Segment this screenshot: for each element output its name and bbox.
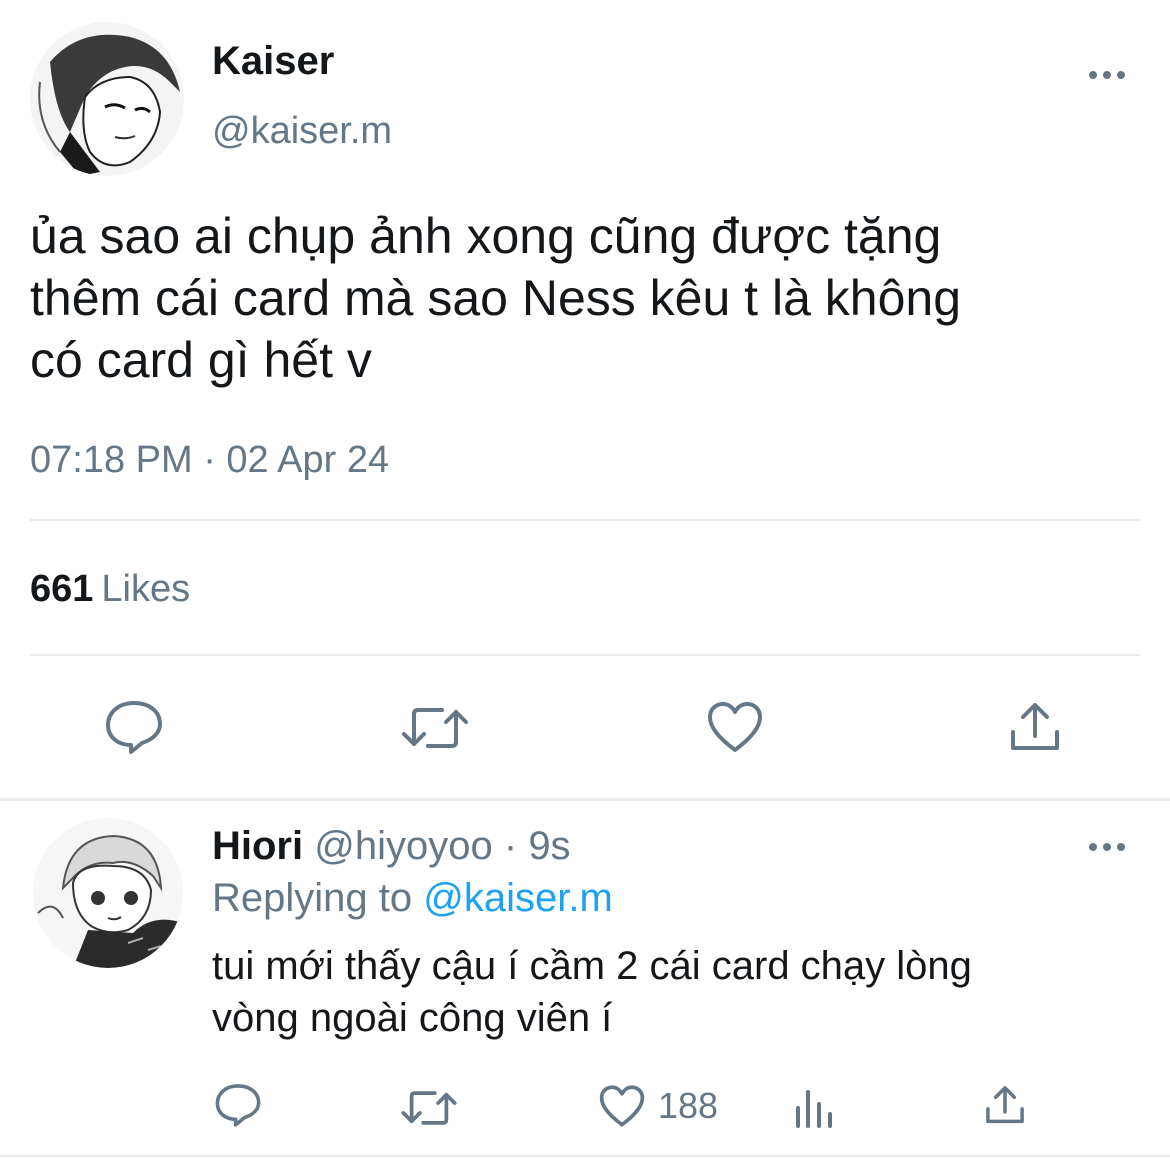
reply-author-avatar[interactable] xyxy=(33,818,183,968)
manga-avatar-illustration xyxy=(30,22,184,176)
author-avatar[interactable] xyxy=(30,22,184,176)
reply-button[interactable] xyxy=(104,698,164,756)
reply-like-count: 188 xyxy=(658,1085,719,1126)
replying-to-line: Replying to @kaiser.m xyxy=(212,874,613,922)
replying-to-handle-link[interactable]: @kaiser.m xyxy=(423,876,613,920)
reply-analytics-button[interactable] xyxy=(794,1086,834,1128)
like-button[interactable] xyxy=(706,700,764,754)
retweet-icon xyxy=(401,1091,457,1125)
share-icon xyxy=(1011,703,1059,750)
author-handle[interactable]: @kaiser.m xyxy=(212,108,392,154)
reply-icon xyxy=(106,701,162,754)
replying-to-prefix: Replying to xyxy=(212,876,413,920)
likes-summary[interactable]: 661 Likes xyxy=(30,566,190,612)
share-button[interactable] xyxy=(1008,700,1062,754)
manga-avatar-illustration xyxy=(33,818,183,968)
retweet-button[interactable] xyxy=(400,704,470,752)
reply-author-line: Hiori @hiyoyoo · 9s xyxy=(212,822,571,870)
reply-reply-button[interactable] xyxy=(214,1082,262,1128)
reply-author-name[interactable]: Hiori xyxy=(212,824,303,868)
author-name[interactable]: Kaiser xyxy=(212,38,334,84)
more-options-icon[interactable] xyxy=(1082,60,1132,90)
like-icon xyxy=(708,702,762,752)
retweet-icon xyxy=(402,708,468,748)
reply-like-button[interactable]: 188 xyxy=(598,1084,718,1128)
reply-retweet-button[interactable] xyxy=(400,1088,458,1128)
share-icon xyxy=(986,1086,1024,1124)
reply-text: tui mới thấy cậu í cầm 2 cái card chạy l… xyxy=(212,944,972,1040)
reply-share-button[interactable] xyxy=(984,1084,1026,1126)
reply-author-handle[interactable]: @hiyoyoo xyxy=(314,824,492,868)
likes-label: Likes xyxy=(101,568,191,610)
like-icon xyxy=(599,1085,645,1127)
divider xyxy=(0,1155,1170,1157)
section-divider xyxy=(0,798,1170,801)
reply-time[interactable]: 9s xyxy=(528,824,570,868)
main-tweet-header: Kaiser @kaiser.m xyxy=(0,0,1170,190)
tweet-timestamp[interactable]: 07:18 PM · 02 Apr 24 xyxy=(30,436,389,484)
reply-icon xyxy=(215,1084,261,1127)
divider xyxy=(30,654,1140,656)
more-options-icon[interactable] xyxy=(1082,832,1132,862)
separator-dot: · xyxy=(503,824,518,868)
likes-count: 661 xyxy=(30,568,94,610)
tweet-text: ủa sao ai chụp ảnh xong cũng được tặng t… xyxy=(30,208,962,388)
analytics-icon xyxy=(796,1090,832,1128)
divider xyxy=(30,519,1140,521)
